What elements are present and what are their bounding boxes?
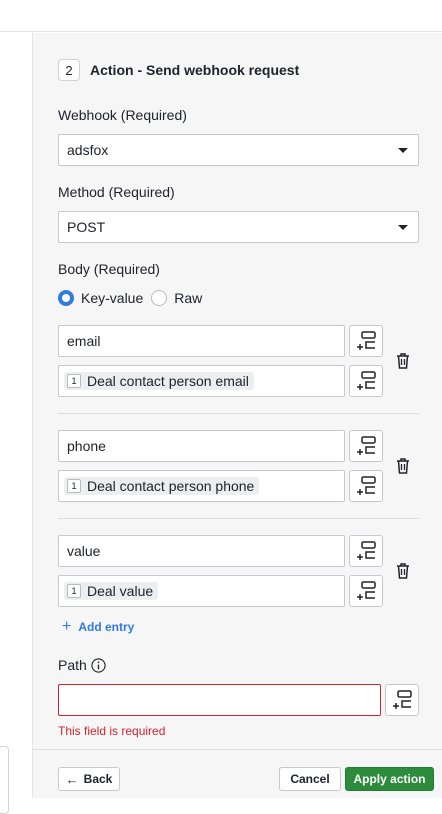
trash-icon[interactable] [395, 457, 411, 475]
radio-checked-icon [58, 290, 74, 306]
step-title: Action - Send webhook request [90, 62, 300, 78]
radio-key-value-label: Key-value [81, 290, 144, 306]
entry-value-input[interactable]: 1 Deal contact person email [58, 365, 345, 397]
entry-key-value: value [67, 543, 101, 559]
entry-key-input[interactable]: email [58, 325, 345, 357]
caret-down-icon [398, 225, 408, 230]
insert-field-icon [357, 371, 376, 390]
radio-key-value[interactable]: Key-value [58, 290, 143, 306]
body-label: Body (Required) [58, 261, 160, 277]
entry-key-input[interactable]: phone [58, 430, 345, 462]
insert-field-icon [357, 331, 376, 350]
webhook-label: Webhook (Required) [58, 107, 187, 123]
webhook-select[interactable]: adsfox [58, 134, 419, 166]
path-input[interactable] [58, 684, 381, 716]
method-label: Method (Required) [58, 184, 175, 200]
insert-field-button[interactable] [349, 325, 383, 357]
step-header: 2 Action - Send webhook request [58, 58, 299, 82]
entry-key-input[interactable]: value [58, 535, 345, 567]
insert-field-button[interactable] [385, 684, 419, 716]
path-label-row: Path [58, 657, 106, 673]
insert-field-button[interactable] [349, 535, 383, 567]
add-entry-label: Add entry [78, 620, 135, 634]
arrow-left-icon: ← [65, 771, 79, 787]
apply-action-button-label: Apply action [353, 772, 426, 786]
chip-label: Deal contact person phone [87, 478, 255, 494]
insert-field-icon [357, 476, 376, 495]
back-button[interactable]: ← Back [58, 767, 120, 791]
plus-icon: + [62, 618, 72, 635]
entry-key-value: phone [67, 438, 106, 454]
info-icon[interactable] [91, 657, 106, 673]
back-button-label: Back [83, 772, 113, 786]
radio-raw[interactable]: Raw [151, 290, 202, 306]
trash-icon[interactable] [395, 352, 411, 370]
top-bar [0, 0, 442, 32]
insert-field-button[interactable] [349, 365, 383, 397]
add-entry-button[interactable]: + Add entry [62, 618, 134, 636]
chip-step-number: 1 [67, 584, 81, 598]
insert-field-button[interactable] [349, 470, 383, 502]
insert-field-button[interactable] [349, 430, 383, 462]
chip-step-number: 1 [67, 479, 81, 493]
entry-divider [58, 413, 419, 414]
chip-step-number: 1 [67, 374, 81, 388]
insert-field-icon [357, 541, 376, 560]
webhook-select-value: adsfox [67, 142, 109, 158]
method-select-value: POST [67, 219, 106, 235]
entry-divider [58, 518, 419, 519]
entry-value-input[interactable]: 1 Deal value [58, 575, 345, 607]
field-token-chip[interactable]: 1 Deal value [64, 582, 159, 600]
field-token-chip[interactable]: 1 Deal contact person phone [64, 477, 260, 495]
apply-action-button[interactable]: Apply action [345, 767, 434, 791]
method-select[interactable]: POST [58, 211, 419, 243]
insert-field-button[interactable] [349, 575, 383, 607]
entry-value-input[interactable]: 1 Deal contact person phone [58, 470, 345, 502]
insert-field-icon [357, 581, 376, 600]
path-label: Path [58, 657, 87, 673]
chip-label: Deal contact person email [87, 373, 249, 389]
cancel-button-label: Cancel [290, 772, 330, 786]
insert-field-icon [357, 436, 376, 455]
entry-key-value: email [67, 333, 101, 349]
trash-icon[interactable] [395, 562, 411, 580]
panel-footer: ← Back Cancel Apply action [33, 749, 442, 798]
canvas-card[interactable] [0, 746, 9, 814]
insert-field-icon [393, 690, 412, 709]
step-number-badge: 2 [58, 59, 80, 81]
action-panel: 2 Action - Send webhook request Webhook … [32, 33, 442, 798]
left-canvas [0, 33, 32, 814]
radio-raw-label: Raw [174, 290, 203, 306]
cancel-button[interactable]: Cancel [279, 767, 341, 791]
caret-down-icon [398, 148, 408, 153]
radio-unchecked-icon [151, 290, 168, 306]
body-type-radio-group: Key-value Raw [58, 290, 210, 306]
field-token-chip[interactable]: 1 Deal contact person email [64, 372, 254, 390]
path-error-message: This field is required [58, 724, 166, 738]
chip-label: Deal value [87, 583, 154, 599]
